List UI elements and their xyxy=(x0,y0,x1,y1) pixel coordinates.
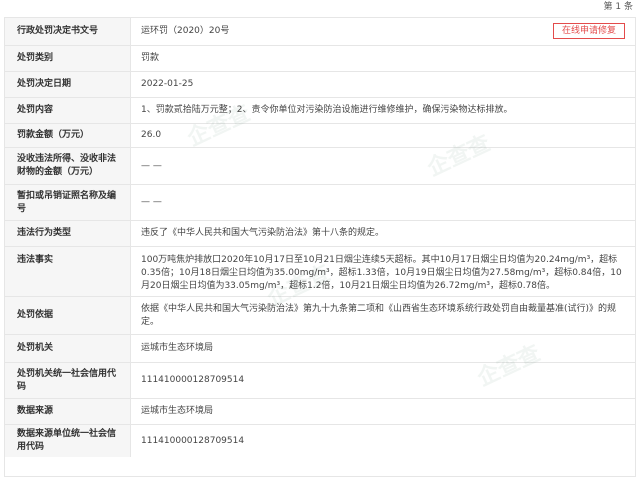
row-label: 数据来源 xyxy=(5,399,131,424)
row-label: 罚款金额（万元） xyxy=(5,124,131,147)
row-label: 处罚依据 xyxy=(5,297,131,334)
row-label: 处罚决定日期 xyxy=(5,72,131,97)
table-row: 数据来源 运城市生态环境局 xyxy=(5,399,635,425)
row-value: 依据《中华人民共和国大气污染防治法》第九十九条第二项和《山西省生态环境系统行政处… xyxy=(141,303,617,327)
table-row: 处罚机关 运城市生态环境局 xyxy=(5,335,635,363)
row-value: 运城市生态环境局 xyxy=(141,406,214,416)
table-row: 违法事实 100万吨焦炉排放口2020年10月17日至10月21日烟尘连续5天超… xyxy=(5,247,635,297)
decision-number: 运环罚（2020）20号 xyxy=(141,26,230,36)
table-row: 处罚决定日期 2022-01-25 xyxy=(5,72,635,98)
row-label: 违法事实 xyxy=(5,247,131,296)
row-label: 处罚机关 xyxy=(5,335,131,362)
row-value: 违反了《中华人民共和国大气污染防治法》第十八条的规定。 xyxy=(141,228,385,238)
row-value: — — xyxy=(141,160,162,171)
table-row: 处罚依据 依据《中华人民共和国大气污染防治法》第九十九条第二项和《山西省生态环境… xyxy=(5,297,635,335)
online-repair-button[interactable]: 在线申请修复 xyxy=(552,23,625,39)
row-label: 行政处罚决定书文号 xyxy=(5,18,131,45)
row-label: 处罚内容 xyxy=(5,98,131,123)
record-count: 第 1 条 xyxy=(603,2,633,12)
row-value: 100万吨焦炉排放口2020年10月17日至10月21日烟尘连续5天超标。其中1… xyxy=(141,255,622,291)
row-label: 违法行为类型 xyxy=(5,221,131,246)
table-row: 处罚内容 1、罚款贰拾陆万元整；2、责令你单位对污染防治设施进行维修维护，确保污… xyxy=(5,98,635,124)
penalty-detail-table: 企查查 企查查 企查查 企查查 行政处罚决定书文号 运环罚（2020）20号 在… xyxy=(4,17,636,477)
row-value: 111410000128709514 xyxy=(141,375,245,385)
row-label: 处罚机关统一社会信用代码 xyxy=(5,363,131,398)
row-value: 运环罚（2020）20号 在线申请修复 xyxy=(131,18,635,45)
table-row: 行政处罚决定书文号 运环罚（2020）20号 在线申请修复 xyxy=(5,18,635,46)
row-label: 暂扣或吊销证照名称及编号 xyxy=(5,185,131,220)
table-row: 处罚机关统一社会信用代码 111410000128709514 xyxy=(5,363,635,399)
row-label: 处罚类别 xyxy=(5,46,131,71)
table-row: 罚款金额（万元） 26.0 xyxy=(5,124,635,148)
row-value: 111410000128709514 xyxy=(141,435,245,446)
table-row: 数据来源单位统一社会信用代码 111410000128709514 xyxy=(5,425,635,457)
row-value: 1、罚款贰拾陆万元整；2、责令你单位对污染防治设施进行维修维护，确保污染物达标排… xyxy=(141,105,513,115)
row-value: — — xyxy=(141,197,162,207)
row-value: 26.0 xyxy=(141,130,162,140)
table-row: 没收违法所得、没收非法财物的金额（万元） — — xyxy=(5,148,635,185)
table-row: 违法行为类型 违反了《中华人民共和国大气污染防治法》第十八条的规定。 xyxy=(5,221,635,247)
row-value: 罚款 xyxy=(141,53,160,63)
table-row: 暂扣或吊销证照名称及编号 — — xyxy=(5,185,635,221)
row-label: 没收违法所得、没收非法财物的金额（万元） xyxy=(5,148,131,184)
row-value: 2022-01-25 xyxy=(141,79,194,89)
row-value: 运城市生态环境局 xyxy=(141,343,214,353)
table-row: 处罚类别 罚款 xyxy=(5,46,635,72)
row-label: 数据来源单位统一社会信用代码 xyxy=(5,425,131,457)
